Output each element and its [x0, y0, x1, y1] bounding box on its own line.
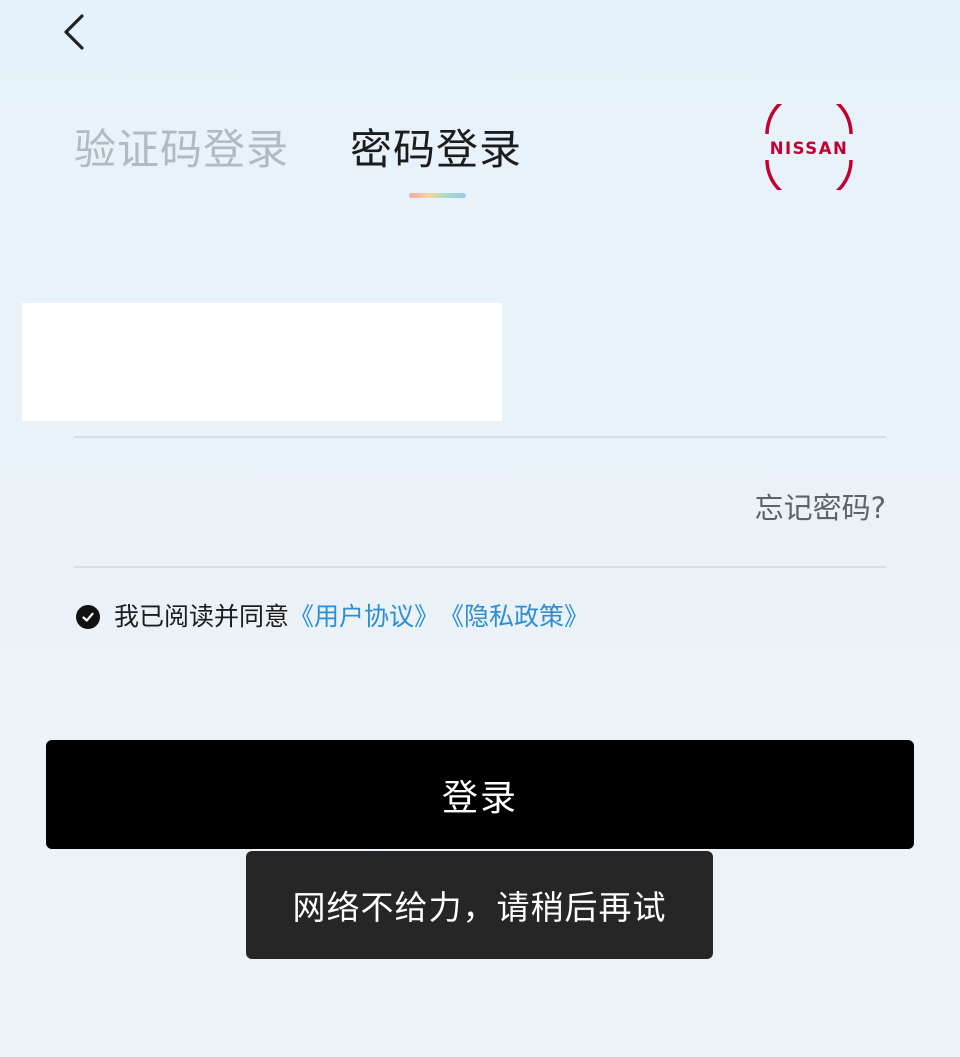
back-button[interactable]	[52, 8, 96, 56]
phone-number-field[interactable]	[22, 303, 502, 421]
tab-password-login[interactable]: 密码登录	[350, 122, 522, 178]
error-toast: 网络不给力，请稍后再试	[246, 851, 713, 959]
nissan-logo: NISSAN	[757, 90, 861, 204]
tab-sms-login[interactable]: 验证码登录	[74, 122, 289, 178]
agreement-row: 我已阅读并同意 《用户协议》 《隐私政策》	[76, 598, 589, 636]
password-input[interactable]	[74, 476, 714, 540]
agreement-text: 我已阅读并同意	[114, 602, 290, 631]
user-agreement-link[interactable]: 《用户协议》	[289, 598, 439, 636]
logo-text: NISSAN	[770, 139, 849, 158]
phone-field-underline	[74, 436, 886, 438]
toast-message: 网络不给力，请稍后再试	[292, 888, 667, 927]
chevron-left-icon	[64, 14, 84, 50]
forgot-password-link[interactable]: 忘记密码?	[755, 486, 886, 530]
privacy-policy-link[interactable]: 《隐私政策》	[439, 598, 589, 636]
password-field-underline	[74, 566, 886, 568]
check-icon	[82, 612, 94, 622]
agreement-checkbox[interactable]	[76, 605, 100, 629]
login-button[interactable]: 登录	[46, 740, 914, 849]
active-tab-indicator	[409, 193, 466, 198]
